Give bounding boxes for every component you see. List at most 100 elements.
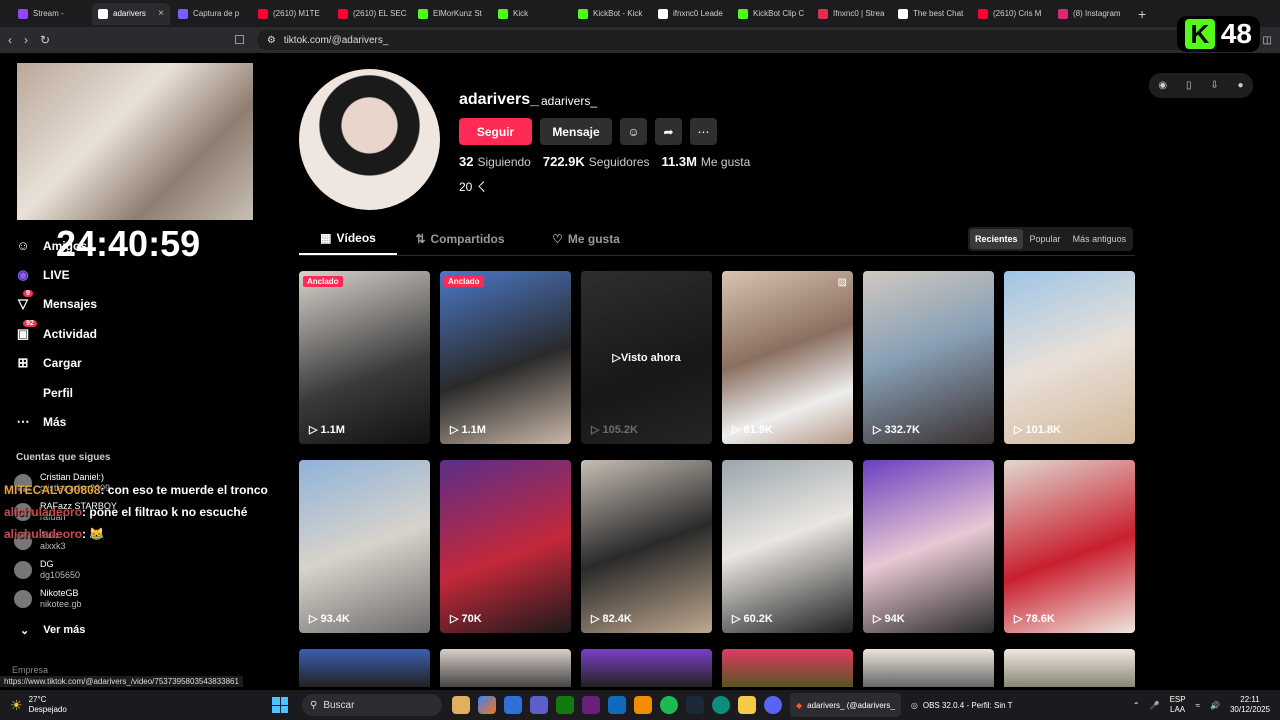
close-icon[interactable]: × [158, 8, 164, 19]
steam-icon[interactable] [686, 696, 704, 714]
sidebar-item-upload[interactable]: ⊞ Cargar [15, 349, 265, 378]
browser-tab[interactable]: adarivers × [92, 2, 170, 25]
browser-tab[interactable]: (2610) M1TE [252, 3, 330, 25]
video-card[interactable]: ▷ 60.2K [722, 460, 853, 633]
device-icon[interactable]: ▯ [1186, 80, 1192, 91]
video-card[interactable]: ▷ 93.4K [299, 460, 430, 633]
follow-button[interactable]: Seguir [459, 118, 532, 145]
see-more-button[interactable]: ⌄ Ver más [20, 624, 85, 637]
tab-likes[interactable]: ♡ Me gusta [523, 223, 649, 255]
tray-chevron-icon[interactable]: ⌃ [1133, 701, 1140, 710]
video-views: ▷ 1.1M [309, 423, 345, 437]
taskbar-window[interactable]: ◎ OBS 32.0.4 - Perfil: Sin T [905, 693, 1019, 717]
vlc-icon[interactable] [634, 696, 652, 714]
mic-icon[interactable]: 🎤 [1150, 701, 1160, 710]
sidebar-item-more[interactable]: ⋯ Más [15, 407, 265, 436]
sidebar-item-profile[interactable]: Perfil [15, 378, 265, 407]
download-icon[interactable]: ⇩ [1210, 80, 1218, 91]
tab-reposts[interactable]: ⇅ Compartidos [397, 223, 523, 255]
vs-icon[interactable] [582, 696, 600, 714]
video-card[interactable] [1004, 649, 1135, 687]
taskbar-window[interactable]: ◆ adarivers_ (@adarivers_ [790, 693, 901, 717]
company-link[interactable]: Empresa [12, 665, 48, 675]
volume-icon[interactable]: 🔊 [1210, 701, 1220, 710]
webcam-overlay [17, 63, 253, 220]
video-card[interactable]: ▷ 70K [440, 460, 571, 633]
xbox-icon[interactable] [556, 696, 574, 714]
spotify-icon[interactable] [660, 696, 678, 714]
sidebar-item-inbox[interactable]: ▣ 92 Actividad [15, 319, 265, 348]
browser-tab[interactable]: The best Chat [892, 3, 970, 25]
store-icon[interactable] [504, 696, 522, 714]
view-count: 70K [461, 612, 482, 625]
video-card[interactable]: ▷ Visto ahora ▷ 105.2K [581, 271, 712, 444]
browser-tab[interactable]: ElMorKunz St [412, 3, 490, 25]
play-icon: ▷ [450, 613, 459, 625]
browser-tab[interactable]: (2610) Cris M [972, 3, 1050, 25]
sort-popular[interactable]: Popular [1025, 229, 1066, 249]
browser-tab[interactable]: KickBot Clip C [732, 3, 810, 25]
play-icon: ▷ [450, 424, 459, 436]
share-button[interactable]: ➦ [655, 118, 682, 145]
browser-tab[interactable]: Stream - [12, 3, 90, 25]
video-card[interactable]: ▷ 332.7K [863, 271, 994, 444]
video-card[interactable]: ▷ 101.8K [1004, 271, 1135, 444]
video-card[interactable]: ▷ 82.4K [581, 460, 712, 633]
browser-tab[interactable]: Ifnxnc0 | Strea [812, 3, 890, 25]
user-avatar-icon[interactable]: ● [1238, 80, 1244, 91]
weather-widget[interactable]: ☀ 27°C Despejado [10, 695, 250, 715]
video-card[interactable] [722, 649, 853, 687]
browser-tab-title: adarivers [113, 9, 146, 18]
message-button[interactable]: Mensaje [540, 118, 612, 145]
video-card[interactable]: Anclado ▷ 1.1M [299, 271, 430, 444]
language-indicator[interactable]: ESP LAA [1170, 695, 1186, 715]
view-count: 60.2K [743, 612, 773, 625]
video-card[interactable]: ▨ ▷ 81.9K [722, 271, 853, 444]
site-info-icon[interactable]: ⚙ [267, 35, 276, 46]
browser-tab[interactable]: Captura de p [172, 3, 250, 25]
following-account[interactable]: NikoteGB nikotee.gb [14, 588, 82, 610]
video-card[interactable]: Anclado ▷ 1.1M [440, 271, 571, 444]
browser-tab[interactable]: KickBot - Kick [572, 3, 650, 25]
add-friend-button[interactable]: ☺ [620, 118, 647, 145]
discord-icon[interactable] [764, 696, 782, 714]
clock[interactable]: 22:11 30/12/2025 [1230, 695, 1270, 715]
browser-tab[interactable]: Kick [492, 3, 570, 25]
start-button[interactable] [272, 697, 288, 713]
app-icon[interactable] [608, 696, 626, 714]
folder-icon[interactable] [738, 696, 756, 714]
video-card[interactable]: ▷ 78.6K [1004, 460, 1135, 633]
browser-tab[interactable]: ifnxnc0 Leade [652, 3, 730, 25]
more-options-button[interactable]: ⋯ [690, 118, 717, 145]
video-card[interactable]: ▷ 94K [863, 460, 994, 633]
taskview-icon[interactable] [452, 696, 470, 714]
video-views: ▷ 60.2K [732, 612, 773, 626]
sidebar-icon[interactable]: ◫ [1263, 35, 1272, 46]
browser-tab[interactable]: (2610) EL SEC [332, 3, 410, 25]
back-icon[interactable]: ‹ [8, 33, 12, 47]
taskbar-search[interactable]: ⚲ Buscar [302, 694, 442, 716]
url-field[interactable]: ⚙ tiktok.com/@adarivers_ [256, 30, 1214, 50]
edge-icon[interactable] [712, 696, 730, 714]
video-card[interactable] [581, 649, 712, 687]
following-account[interactable]: DG dg105650 [14, 559, 80, 581]
wifi-icon[interactable]: ≈ [1196, 701, 1200, 710]
tab-videos[interactable]: ▦ Vídeos [299, 223, 397, 255]
new-tab-button[interactable]: + [1138, 6, 1146, 22]
copilot-icon[interactable] [478, 696, 496, 714]
bookmark-icon[interactable]: ☐ [234, 33, 245, 47]
tab-favicon-icon [818, 8, 828, 19]
sort-oldest[interactable]: Más antiguos [1068, 229, 1132, 249]
video-card[interactable] [863, 649, 994, 687]
video-card[interactable] [440, 649, 571, 687]
video-card[interactable] [299, 649, 430, 687]
forward-icon[interactable]: › [24, 33, 28, 47]
sort-recent[interactable]: Recientes [970, 229, 1023, 249]
coins-icon[interactable]: ◉ [1158, 80, 1167, 91]
browser-tab[interactable]: (8) Instagram [1052, 3, 1130, 25]
reload-icon[interactable]: ↻ [40, 33, 50, 47]
browser-tab-title: KickBot Clip C [753, 9, 805, 18]
sidebar-item-send[interactable]: ▽ 9 Mensajes [15, 290, 265, 319]
teams-icon[interactable] [530, 696, 548, 714]
account-handle: alxxk3 [40, 541, 66, 551]
